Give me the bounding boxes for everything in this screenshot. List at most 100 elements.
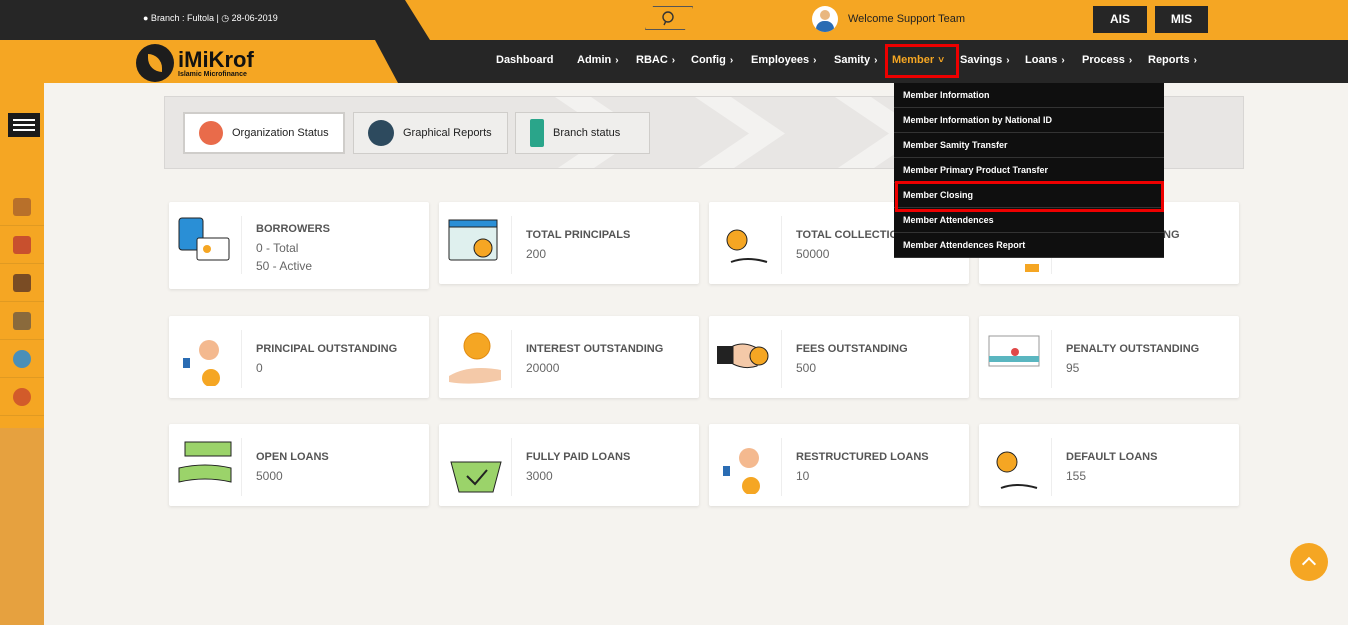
gear-icon — [13, 350, 31, 368]
principal-outstanding-icon — [177, 330, 233, 387]
bus-icon — [13, 274, 31, 292]
menu-member-samity-transfer[interactable]: Member Samity Transfer — [894, 133, 1164, 158]
nav-rbac[interactable]: RBAC › — [636, 54, 675, 66]
card-value: 3000 — [526, 469, 553, 483]
card-value: 155 — [1066, 469, 1087, 483]
card-value: 50 - Active — [256, 259, 313, 273]
card-label: FULLY PAID LOANS — [526, 451, 631, 463]
card-penalty-outstanding[interactable]: PENALTY OUTSTANDING 95 — [979, 316, 1239, 398]
nav-employees[interactable]: Employees › — [751, 54, 816, 66]
sidebar-building-item[interactable] — [0, 188, 44, 226]
nav-label: Admin — [577, 54, 612, 66]
chart-icon — [13, 236, 31, 254]
member-dropdown-menu: Member Information Member Information by… — [894, 83, 1164, 258]
restructured-loans-icon — [717, 438, 773, 495]
chevron-right-icon: › — [671, 55, 676, 66]
card-label: PRINCIPAL OUTSTANDING — [256, 343, 398, 355]
scroll-to-top-button[interactable] — [1290, 543, 1328, 581]
nav-label: Loans — [1025, 54, 1058, 66]
open-loans-icon — [177, 438, 233, 494]
decor-stripe — [695, 97, 785, 168]
card-label: RESTRUCTURED LOANS — [796, 451, 929, 463]
card-total-principals[interactable]: TOTAL PRINCIPALS 200 — [439, 202, 699, 284]
card-open-loans[interactable]: OPEN LOANS 5000 — [169, 424, 429, 506]
collection-icon — [717, 216, 773, 272]
card-value: 95 — [1066, 361, 1080, 375]
card-label: TOTAL PRINCIPALS — [526, 229, 631, 241]
card-principal-outstanding[interactable]: PRINCIPAL OUTSTANDING 0 — [169, 316, 429, 398]
nav-process[interactable]: Process › — [1082, 54, 1132, 66]
nav-label: Savings — [960, 54, 1003, 66]
ais-button[interactable]: AIS — [1093, 6, 1147, 33]
menu-member-information-by-nid[interactable]: Member Information by National ID — [894, 108, 1164, 133]
card-label: BORROWERS — [256, 223, 330, 235]
menu-member-information[interactable]: Member Information — [894, 83, 1164, 108]
menu-member-attendences-report[interactable]: Member Attendences Report — [894, 233, 1164, 258]
default-loans-icon — [987, 438, 1043, 494]
nav-label: RBAC — [636, 54, 668, 66]
nav-samity[interactable]: Samity › — [834, 54, 877, 66]
sidebar — [0, 83, 44, 625]
card-label: INTEREST OUTSTANDING — [526, 343, 664, 355]
penalty-outstanding-icon — [987, 330, 1043, 386]
chevron-right-icon: › — [1006, 55, 1010, 66]
sidebar-network-item[interactable] — [0, 378, 44, 416]
sidebar-bus-item[interactable] — [0, 264, 44, 302]
nav-reports[interactable]: Reports › — [1148, 54, 1197, 66]
network-icon — [13, 388, 31, 406]
search-button[interactable] — [645, 6, 693, 30]
nav-config[interactable]: Config › — [691, 54, 733, 66]
nav-label: Config — [691, 54, 726, 66]
nav-label: Employees — [751, 54, 810, 66]
nav-savings[interactable]: Savings › — [960, 54, 1010, 66]
card-label: OPEN LOANS — [256, 451, 329, 463]
card-borrowers[interactable]: BORROWERS 0 - Total 50 - Active — [169, 202, 429, 289]
sidebar-chart-item[interactable] — [0, 226, 44, 264]
card-value: 5000 — [256, 469, 283, 483]
nav-dashboard[interactable]: Dashboard — [496, 54, 553, 66]
logo[interactable]: iMiKrof Islamic Microfinance — [136, 44, 254, 82]
chevron-right-icon: › — [874, 55, 878, 66]
card-label: TOTAL COLLECTIO — [796, 229, 899, 241]
chevron-right-icon: › — [1061, 55, 1065, 66]
card-fees-outstanding[interactable]: FEES OUTSTANDING 500 — [709, 316, 969, 398]
card-label: DEFAULT LOANS — [1066, 451, 1158, 463]
building-icon — [530, 119, 544, 147]
member-highlight-box — [885, 44, 959, 78]
nav-label: Process — [1082, 54, 1125, 66]
card-interest-outstanding[interactable]: INTEREST OUTSTANDING 20000 — [439, 316, 699, 398]
hand-money-icon — [199, 121, 223, 145]
sidebar-tools-item[interactable] — [0, 302, 44, 340]
chevron-right-icon: › — [729, 55, 734, 66]
card-fully-paid-loans[interactable]: FULLY PAID LOANS 3000 — [439, 424, 699, 506]
nav-label: Reports — [1148, 54, 1190, 66]
fully-paid-loans-icon — [447, 438, 503, 494]
tab-organization-status[interactable]: Organization Status — [183, 112, 345, 154]
sidebar-gear-item[interactable] — [0, 340, 44, 378]
menu-member-primary-product-transfer[interactable]: Member Primary Product Transfer — [894, 158, 1164, 183]
mis-button[interactable]: MIS — [1155, 6, 1208, 33]
card-value: 20000 — [526, 361, 560, 375]
chevron-right-icon: › — [813, 55, 817, 66]
tab-branch-status[interactable]: Branch status — [515, 112, 650, 154]
tab-label: Organization Status — [232, 127, 329, 139]
tab-graphical-reports[interactable]: Graphical Reports — [353, 112, 508, 154]
fees-outstanding-icon — [717, 330, 773, 386]
nav-loans[interactable]: Loans › — [1025, 54, 1065, 66]
hamburger-menu-icon[interactable] — [8, 113, 40, 137]
nav-admin[interactable]: Admin › — [577, 54, 619, 66]
borrowers-icon — [177, 216, 233, 272]
card-label: FEES OUTSTANDING — [796, 343, 908, 355]
building-icon — [13, 198, 31, 216]
card-value: 0 — [256, 361, 263, 375]
top-bar: ● Branch : Fultola | ◷ 28-06-2019 Welcom… — [0, 0, 1348, 40]
avatar[interactable] — [812, 6, 838, 32]
card-value: 500 — [796, 361, 817, 375]
logo-subtitle: Islamic Microfinance — [178, 70, 247, 78]
card-restructured-loans[interactable]: RESTRUCTURED LOANS 10 — [709, 424, 969, 506]
card-value: 200 — [526, 247, 547, 261]
chevron-right-icon: › — [1128, 55, 1133, 66]
card-default-loans[interactable]: DEFAULT LOANS 155 — [979, 424, 1239, 506]
card-label: NG — [1163, 229, 1180, 241]
member-closing-highlight-box — [895, 181, 1164, 212]
